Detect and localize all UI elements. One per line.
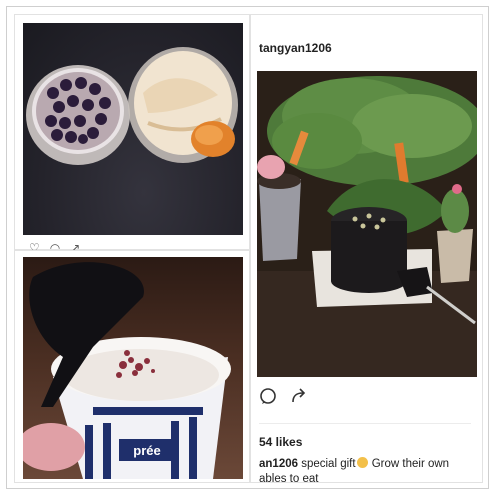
post-username[interactable]: tangyan1206 (259, 41, 332, 55)
cup-brand-text: prée (133, 443, 160, 458)
caption-text-2: Grow their own (368, 458, 450, 470)
photo-salad[interactable] (257, 71, 477, 377)
icecream-illustration: prée (23, 262, 231, 479)
photo-icecream[interactable]: prée (23, 257, 243, 479)
post-card-icecream: prée (14, 250, 250, 483)
caption-username[interactable]: an1206 (259, 458, 298, 470)
divider (259, 423, 471, 424)
likes-count[interactable]: 54 likes (259, 435, 302, 449)
comment-icon[interactable] (259, 387, 277, 405)
share-icon[interactable] (289, 387, 307, 405)
caption-line-2: ables to eat (259, 473, 319, 485)
bowls-illustration (26, 47, 238, 165)
salad-illustration (257, 71, 477, 377)
grinning-face-emoji-icon (356, 457, 368, 468)
post-actions (259, 387, 307, 405)
caption-text-1: special gift (298, 458, 356, 470)
photo-bowls[interactable] (23, 23, 243, 235)
post-card-bowls: ♡ ◠ ↗ (14, 14, 250, 255)
post-caption: an1206 special gift Grow their own ables… (259, 457, 479, 487)
post-card-main: tangyan1206 54 likes an1206 special gift… (250, 14, 483, 485)
